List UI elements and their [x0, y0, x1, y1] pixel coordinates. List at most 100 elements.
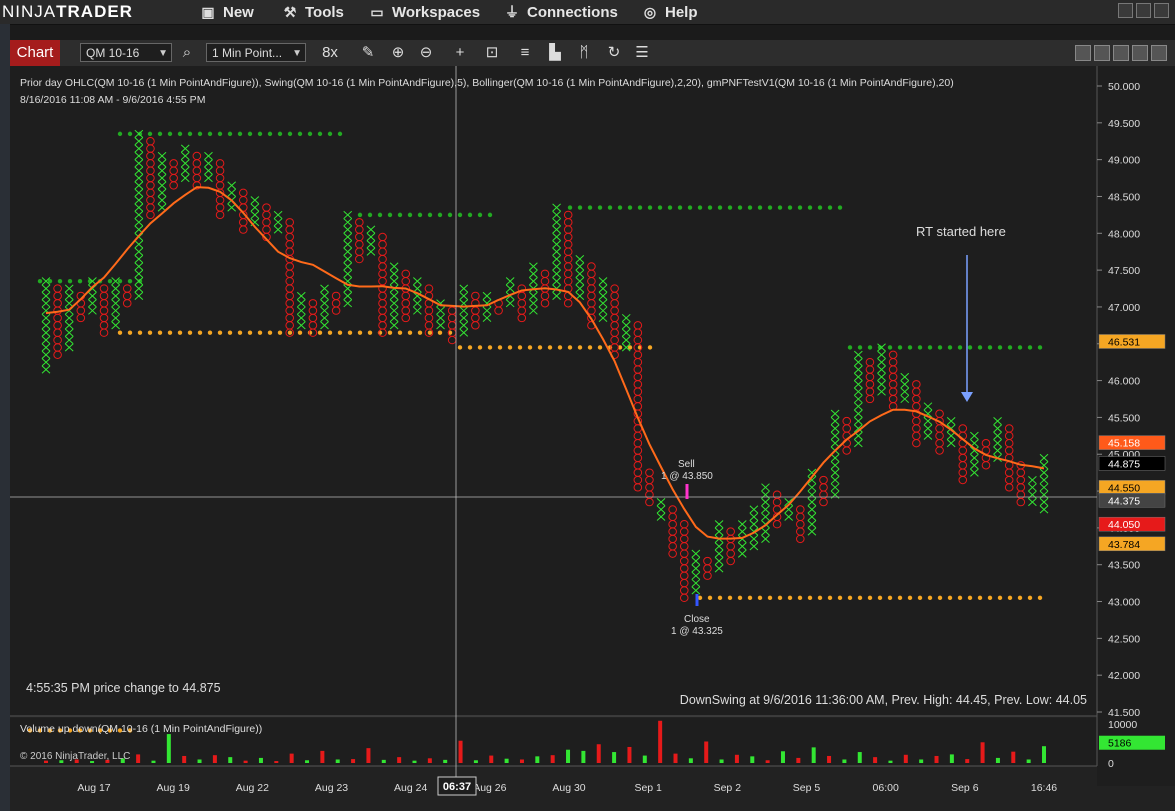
data-box-icon[interactable]: ⊡ [482, 43, 502, 63]
price-tick-label: 47.000 [1108, 302, 1140, 314]
time-tick-label: 16:46 [1031, 782, 1057, 794]
swing-dot [907, 595, 913, 601]
interval-selector[interactable]: 1 Min Point... ▼ [206, 43, 306, 62]
maximize-button[interactable] [1136, 3, 1151, 18]
swing-dot [197, 131, 203, 137]
swing-dot [917, 345, 923, 350]
zoom-out-icon[interactable]: ⊖ [416, 43, 436, 63]
volume-bar [1011, 751, 1016, 763]
properties-icon[interactable]: ᛗ [574, 43, 594, 63]
chart-maximize-button[interactable] [1132, 45, 1148, 61]
swing-dot [777, 205, 783, 210]
swing-dot [887, 345, 893, 350]
swing-dot [787, 595, 793, 601]
menu-help[interactable]: ◎ Help [641, 0, 698, 24]
zoom-in-icon[interactable]: ⊕ [388, 43, 408, 63]
chart-window: Chart QM 10-16 ▼ ⌕ 1 Min Point... ▼ 8x ✎ ⊕… [10, 40, 1175, 811]
swing-dot [127, 278, 133, 284]
swing-dot [317, 330, 323, 335]
minimize-button[interactable] [1118, 3, 1133, 18]
swing-dot [327, 131, 333, 137]
volume-bar [1026, 759, 1031, 763]
swing-dot [187, 131, 193, 137]
swing-dot [787, 205, 793, 210]
menu-tools[interactable]: ⚒ Tools [281, 0, 344, 24]
swing-dot [847, 345, 853, 350]
crosshair-icon[interactable]: + [450, 43, 470, 63]
chart-minimize-button[interactable] [1113, 45, 1129, 61]
indicators-icon[interactable]: ≡ [515, 43, 535, 63]
swing-dot [457, 345, 463, 350]
swing-dot [1017, 595, 1023, 601]
chart-tile2-button[interactable] [1094, 45, 1110, 61]
price-marker-label: 44.375 [1108, 495, 1140, 507]
volume-bar [1042, 746, 1046, 763]
status-swing: DownSwing at 9/6/2016 11:36:00 AM, Prev.… [680, 693, 1087, 707]
swing-dot [987, 595, 993, 601]
ninjatrader-logo: NINJATRADER [0, 0, 186, 24]
time-tick-label: Sep 1 [634, 782, 662, 794]
swing-dot [457, 212, 463, 218]
swing-dot [847, 595, 853, 601]
chart-tile-button[interactable] [1075, 45, 1091, 61]
list-icon[interactable]: ☰ [632, 43, 652, 63]
strategies-icon[interactable]: ▙ [545, 43, 565, 63]
swing-dot [917, 595, 923, 601]
time-tick-label: Sep 2 [714, 782, 742, 794]
time-tick-label: Sep 5 [793, 782, 821, 794]
volume-bar [750, 756, 755, 763]
draw-icon[interactable]: ✎ [358, 43, 378, 63]
swing-dot [897, 595, 903, 601]
swing-dot [737, 205, 743, 210]
time-tick-label: Aug 26 [473, 782, 506, 794]
volume-bar [427, 758, 432, 763]
swing-dot [877, 595, 883, 601]
swing-dot [837, 595, 843, 601]
price-marker-label: 44.550 [1108, 482, 1140, 494]
tools-icon: ⚒ [283, 4, 297, 20]
volume-bar [381, 759, 386, 763]
volume-bar [919, 759, 924, 763]
volume-bar [519, 759, 524, 763]
volume-marker-label: 5186 [1108, 738, 1132, 750]
swing-dot [1007, 595, 1013, 601]
price-tick-label: 47.500 [1108, 265, 1140, 277]
swing-dot [197, 330, 203, 335]
swing-dot [817, 595, 823, 601]
price-tick-label: 42.000 [1108, 670, 1140, 682]
bar-type-icon[interactable]: 8x [320, 43, 340, 63]
price-tick-label: 46.000 [1108, 376, 1140, 388]
swing-dot [207, 131, 213, 137]
swing-dot [807, 205, 813, 210]
volume-bar [228, 757, 233, 763]
volume-bar [903, 754, 908, 763]
swing-dot [707, 205, 713, 210]
instrument-selector[interactable]: QM 10-16 ▼ [80, 43, 172, 62]
swing-dot [977, 345, 983, 350]
reload-icon[interactable]: ↻ [604, 43, 624, 63]
volume-bar [719, 759, 724, 763]
menu-workspaces[interactable]: ▭ Workspaces [368, 0, 480, 24]
close-button[interactable] [1154, 3, 1169, 18]
chart-close-button[interactable] [1151, 45, 1167, 61]
chart-plot[interactable]: 50.000 49.500 49.000 48.500 48.000 47.500 47.0… [10, 66, 1175, 811]
swing-dot [297, 330, 303, 335]
time-tick-label: Sep 6 [951, 782, 979, 794]
price-tick-label: 49.000 [1108, 155, 1140, 167]
swing-dot [37, 278, 43, 284]
swing-dot [367, 212, 373, 218]
menu-new-label: New [223, 4, 254, 21]
menu-tools-label: Tools [305, 4, 344, 21]
swing-dot [487, 212, 493, 218]
swing-dot [827, 595, 833, 601]
menu-new[interactable]: ▣ New [199, 0, 254, 24]
search-icon[interactable]: ⌕ [177, 43, 197, 63]
swing-dot [357, 330, 363, 335]
volume-bar [443, 759, 448, 763]
swing-dot [177, 330, 183, 335]
swing-dot [257, 131, 263, 137]
swing-dot [257, 330, 263, 335]
menu-connections[interactable]: ⏚ Connections [503, 0, 618, 24]
chart-tab[interactable]: Chart [10, 40, 60, 66]
logo-text-bold: TRADER [56, 2, 133, 21]
